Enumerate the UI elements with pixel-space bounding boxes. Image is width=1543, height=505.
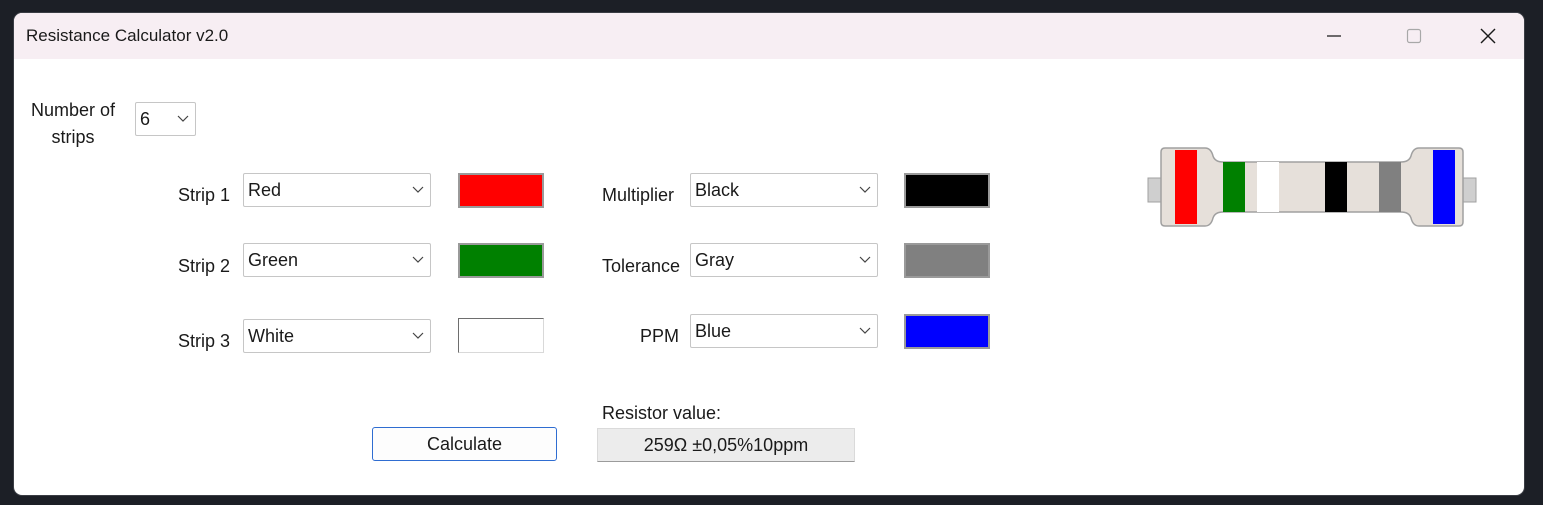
strips-count-label: Number of strips	[31, 100, 116, 147]
tolerance-select[interactable]: Gray	[690, 243, 878, 277]
result-label: Resistor value:	[602, 403, 722, 423]
maximize-icon	[1406, 28, 1422, 44]
multiplier-value: Black	[695, 180, 740, 200]
strip-2-select[interactable]: Green	[243, 243, 431, 277]
strip-1-swatch	[458, 173, 544, 208]
ppm-swatch	[904, 314, 990, 349]
strip-1-value: Red	[248, 180, 282, 200]
minimize-icon	[1327, 35, 1341, 37]
tolerance-label: Tolerance	[602, 256, 681, 276]
strip-2-value: Green	[248, 250, 299, 270]
resistor-body	[1160, 147, 1464, 227]
chevron-down-icon	[177, 115, 189, 122]
strip-3-label: Strip 3	[178, 331, 231, 351]
close-icon	[1480, 28, 1496, 44]
strips-count-select[interactable]: 6	[135, 102, 196, 136]
chevron-down-icon	[412, 256, 424, 263]
strip-3-value: White	[248, 326, 295, 346]
close-button[interactable]	[1458, 13, 1518, 59]
strip-1-label: Strip 1	[178, 185, 231, 205]
strip-1-select[interactable]: Red	[243, 173, 431, 207]
chevron-down-icon	[412, 332, 424, 339]
resistor-lead-right	[1461, 177, 1477, 203]
strip-2-swatch	[458, 243, 544, 278]
calculate-button[interactable]: Calculate	[372, 427, 557, 461]
ppm-select[interactable]: Blue	[690, 314, 878, 348]
multiplier-label: Multiplier	[602, 185, 675, 205]
resistor-band-5	[1379, 162, 1401, 212]
multiplier-select[interactable]: Black	[690, 173, 878, 207]
strips-count-value: 6	[140, 109, 151, 129]
resistor-band-6	[1433, 150, 1455, 224]
tolerance-swatch	[904, 243, 990, 278]
resistor-image	[1147, 147, 1477, 227]
app-window: Resistance Calculator v2.0 Number of str…	[14, 13, 1524, 495]
resistor-lead-left	[1147, 177, 1163, 203]
ppm-value: Blue	[695, 321, 732, 341]
chevron-down-icon	[859, 186, 871, 193]
window-title: Resistance Calculator v2.0	[26, 26, 229, 45]
multiplier-swatch	[904, 173, 990, 208]
chevron-down-icon	[412, 186, 424, 193]
maximize-button[interactable]	[1384, 13, 1444, 59]
minimize-button[interactable]	[1304, 13, 1364, 59]
strip-3-select[interactable]: White	[243, 319, 431, 353]
ppm-label: PPM	[640, 326, 680, 346]
resistor-band-2	[1223, 162, 1245, 212]
resistor-band-3	[1257, 162, 1279, 212]
resistor-band-1	[1175, 150, 1197, 224]
title-bar[interactable]: Resistance Calculator v2.0	[14, 13, 1524, 59]
resistor-band-4	[1325, 162, 1347, 212]
result-value: 259Ω ±0,05%10ppm	[597, 428, 855, 462]
chevron-down-icon	[859, 327, 871, 334]
strip-2-label: Strip 2	[178, 256, 231, 276]
chevron-down-icon	[859, 256, 871, 263]
tolerance-value: Gray	[695, 250, 735, 270]
strip-3-swatch	[458, 318, 544, 353]
